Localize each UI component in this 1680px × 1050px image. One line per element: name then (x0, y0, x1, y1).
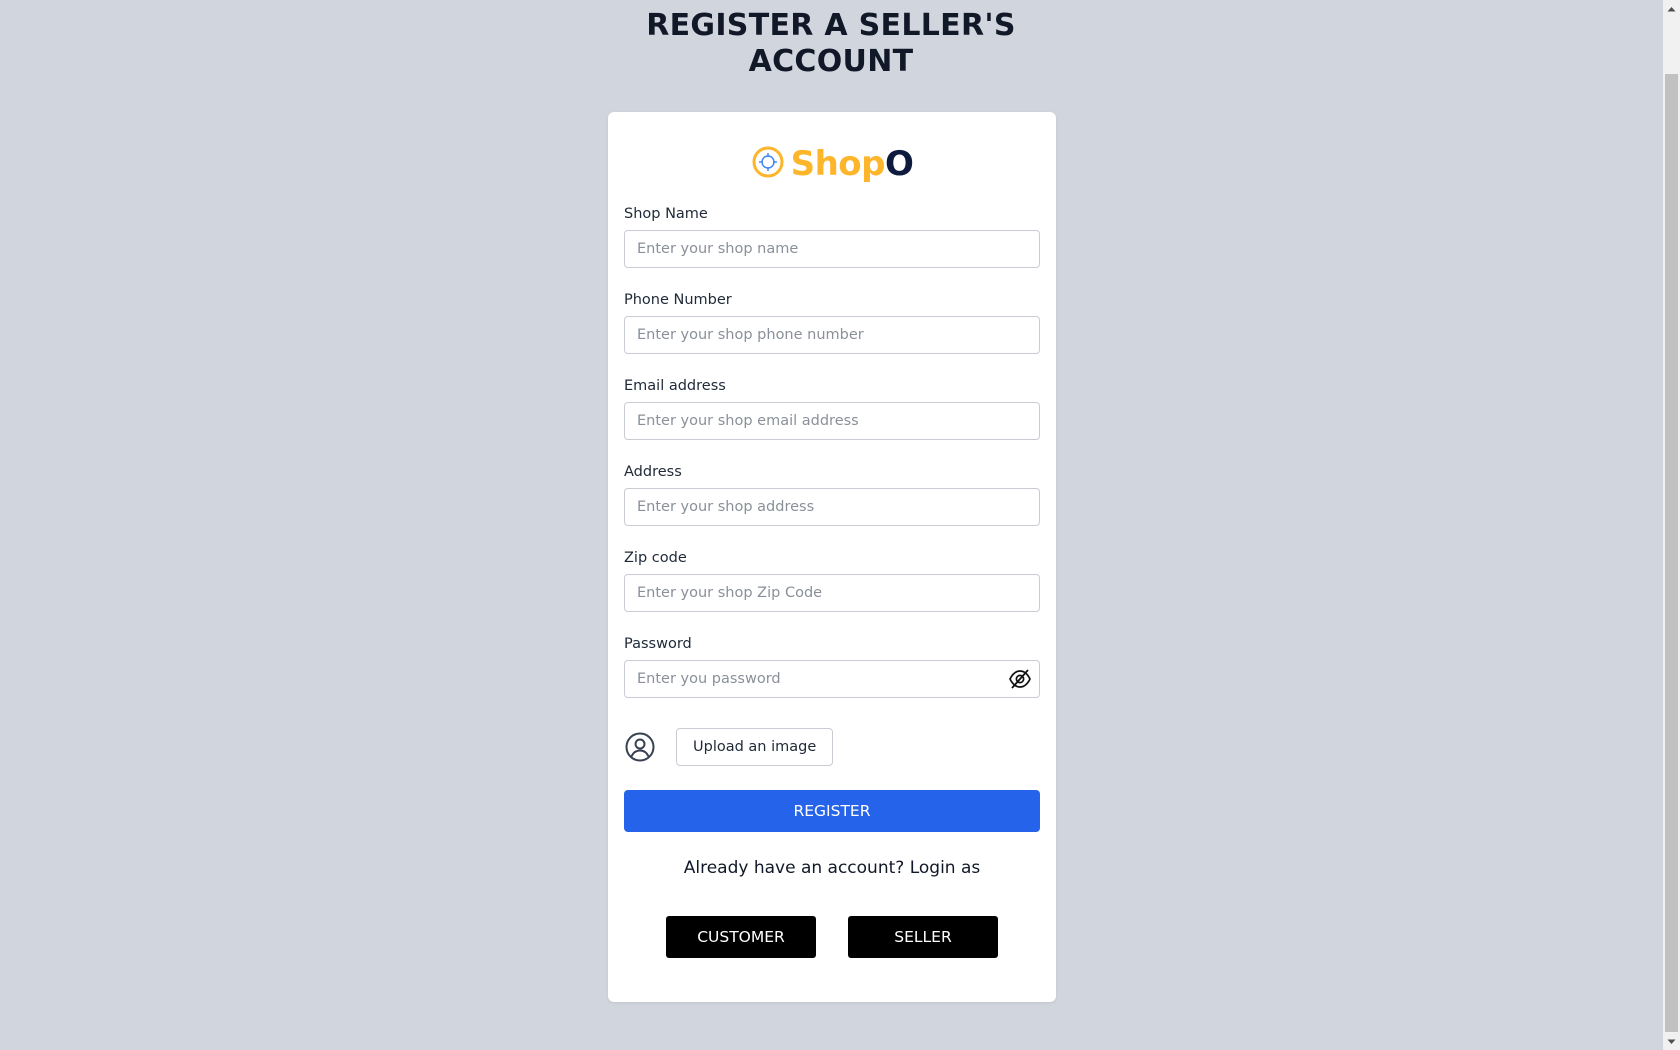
zip-code-label: Zip code (624, 550, 687, 566)
password-input[interactable] (624, 660, 1040, 698)
logo-text-accent: O (884, 144, 914, 184)
shop-name-label: Shop Name (624, 206, 708, 222)
shop-logo: ShopO (608, 142, 1056, 186)
user-circle-icon (624, 731, 656, 763)
scrollbar-thumb[interactable] (1665, 74, 1678, 1032)
logo-text-main: Shop (790, 144, 886, 184)
email-field: Email address (624, 376, 1040, 440)
page: REGISTER A SELLER'S ACCOUNT ShopO Shop N… (0, 0, 1680, 1050)
avatar-upload-row: Upload an image (624, 728, 1040, 766)
upload-image-button[interactable]: Upload an image (676, 728, 834, 766)
email-label: Email address (624, 378, 726, 394)
shop-name-field: Shop Name (624, 204, 1040, 268)
logo-target-icon (751, 145, 785, 183)
login-customer-button[interactable]: CUSTOMER (666, 916, 816, 958)
eye-slash-icon[interactable] (1008, 668, 1032, 690)
phone-number-label: Phone Number (624, 292, 732, 308)
address-input[interactable] (624, 488, 1040, 526)
register-button[interactable]: REGISTER (624, 790, 1040, 832)
page-title: REGISTER A SELLER'S ACCOUNT (0, 8, 1662, 80)
scroll-up-arrow-icon[interactable] (1663, 0, 1680, 17)
page-title-line-1: REGISTER A SELLER'S (646, 8, 1016, 43)
scroll-down-arrow-icon[interactable] (1663, 1033, 1680, 1050)
zip-code-input[interactable] (624, 574, 1040, 612)
login-seller-button[interactable]: SELLER (848, 916, 998, 958)
address-field: Address (624, 462, 1040, 526)
logo-text: ShopO (791, 144, 914, 184)
login-prompt: Already have an account? Login as (683, 858, 981, 878)
address-label: Address (624, 464, 682, 480)
email-input[interactable] (624, 402, 1040, 440)
login-role-buttons: CUSTOMER SELLER (608, 916, 1056, 958)
zip-code-field: Zip code (624, 548, 1040, 612)
phone-number-field: Phone Number (624, 290, 1040, 354)
register-card: ShopO Shop Name Phone Number Email addre… (608, 112, 1056, 1002)
password-field: Password (624, 634, 1040, 698)
password-input-wrapper (624, 660, 1040, 698)
password-label: Password (624, 636, 692, 652)
shop-name-input[interactable] (624, 230, 1040, 268)
phone-number-input[interactable] (624, 316, 1040, 354)
page-title-line-2: ACCOUNT (748, 44, 914, 79)
vertical-scrollbar[interactable] (1663, 0, 1680, 1050)
